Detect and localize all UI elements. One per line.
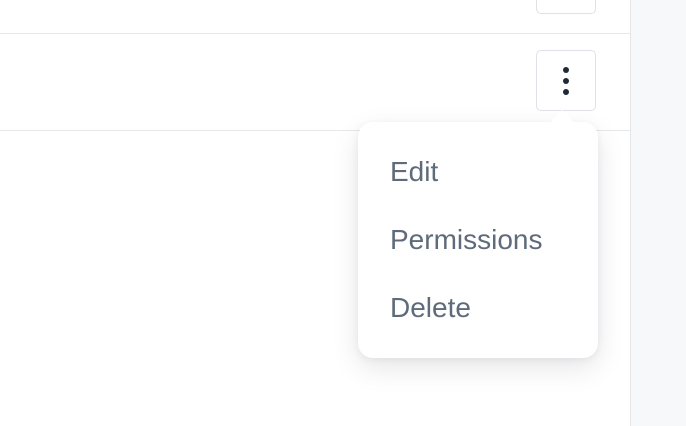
menu-item-permissions[interactable]: Permissions (390, 223, 542, 257)
row-actions-menu: Edit Permissions Delete (358, 109, 598, 358)
row-actions-button[interactable] (536, 50, 596, 111)
table-row (0, 34, 630, 131)
table-row (0, 0, 630, 34)
right-gutter (630, 0, 686, 426)
main-panel: Edit Permissions Delete (0, 0, 630, 426)
row-actions-button[interactable] (536, 0, 596, 14)
menu-item-edit[interactable]: Edit (390, 155, 438, 189)
menu-item-delete[interactable]: Delete (390, 291, 471, 325)
more-vertical-icon (563, 66, 569, 95)
